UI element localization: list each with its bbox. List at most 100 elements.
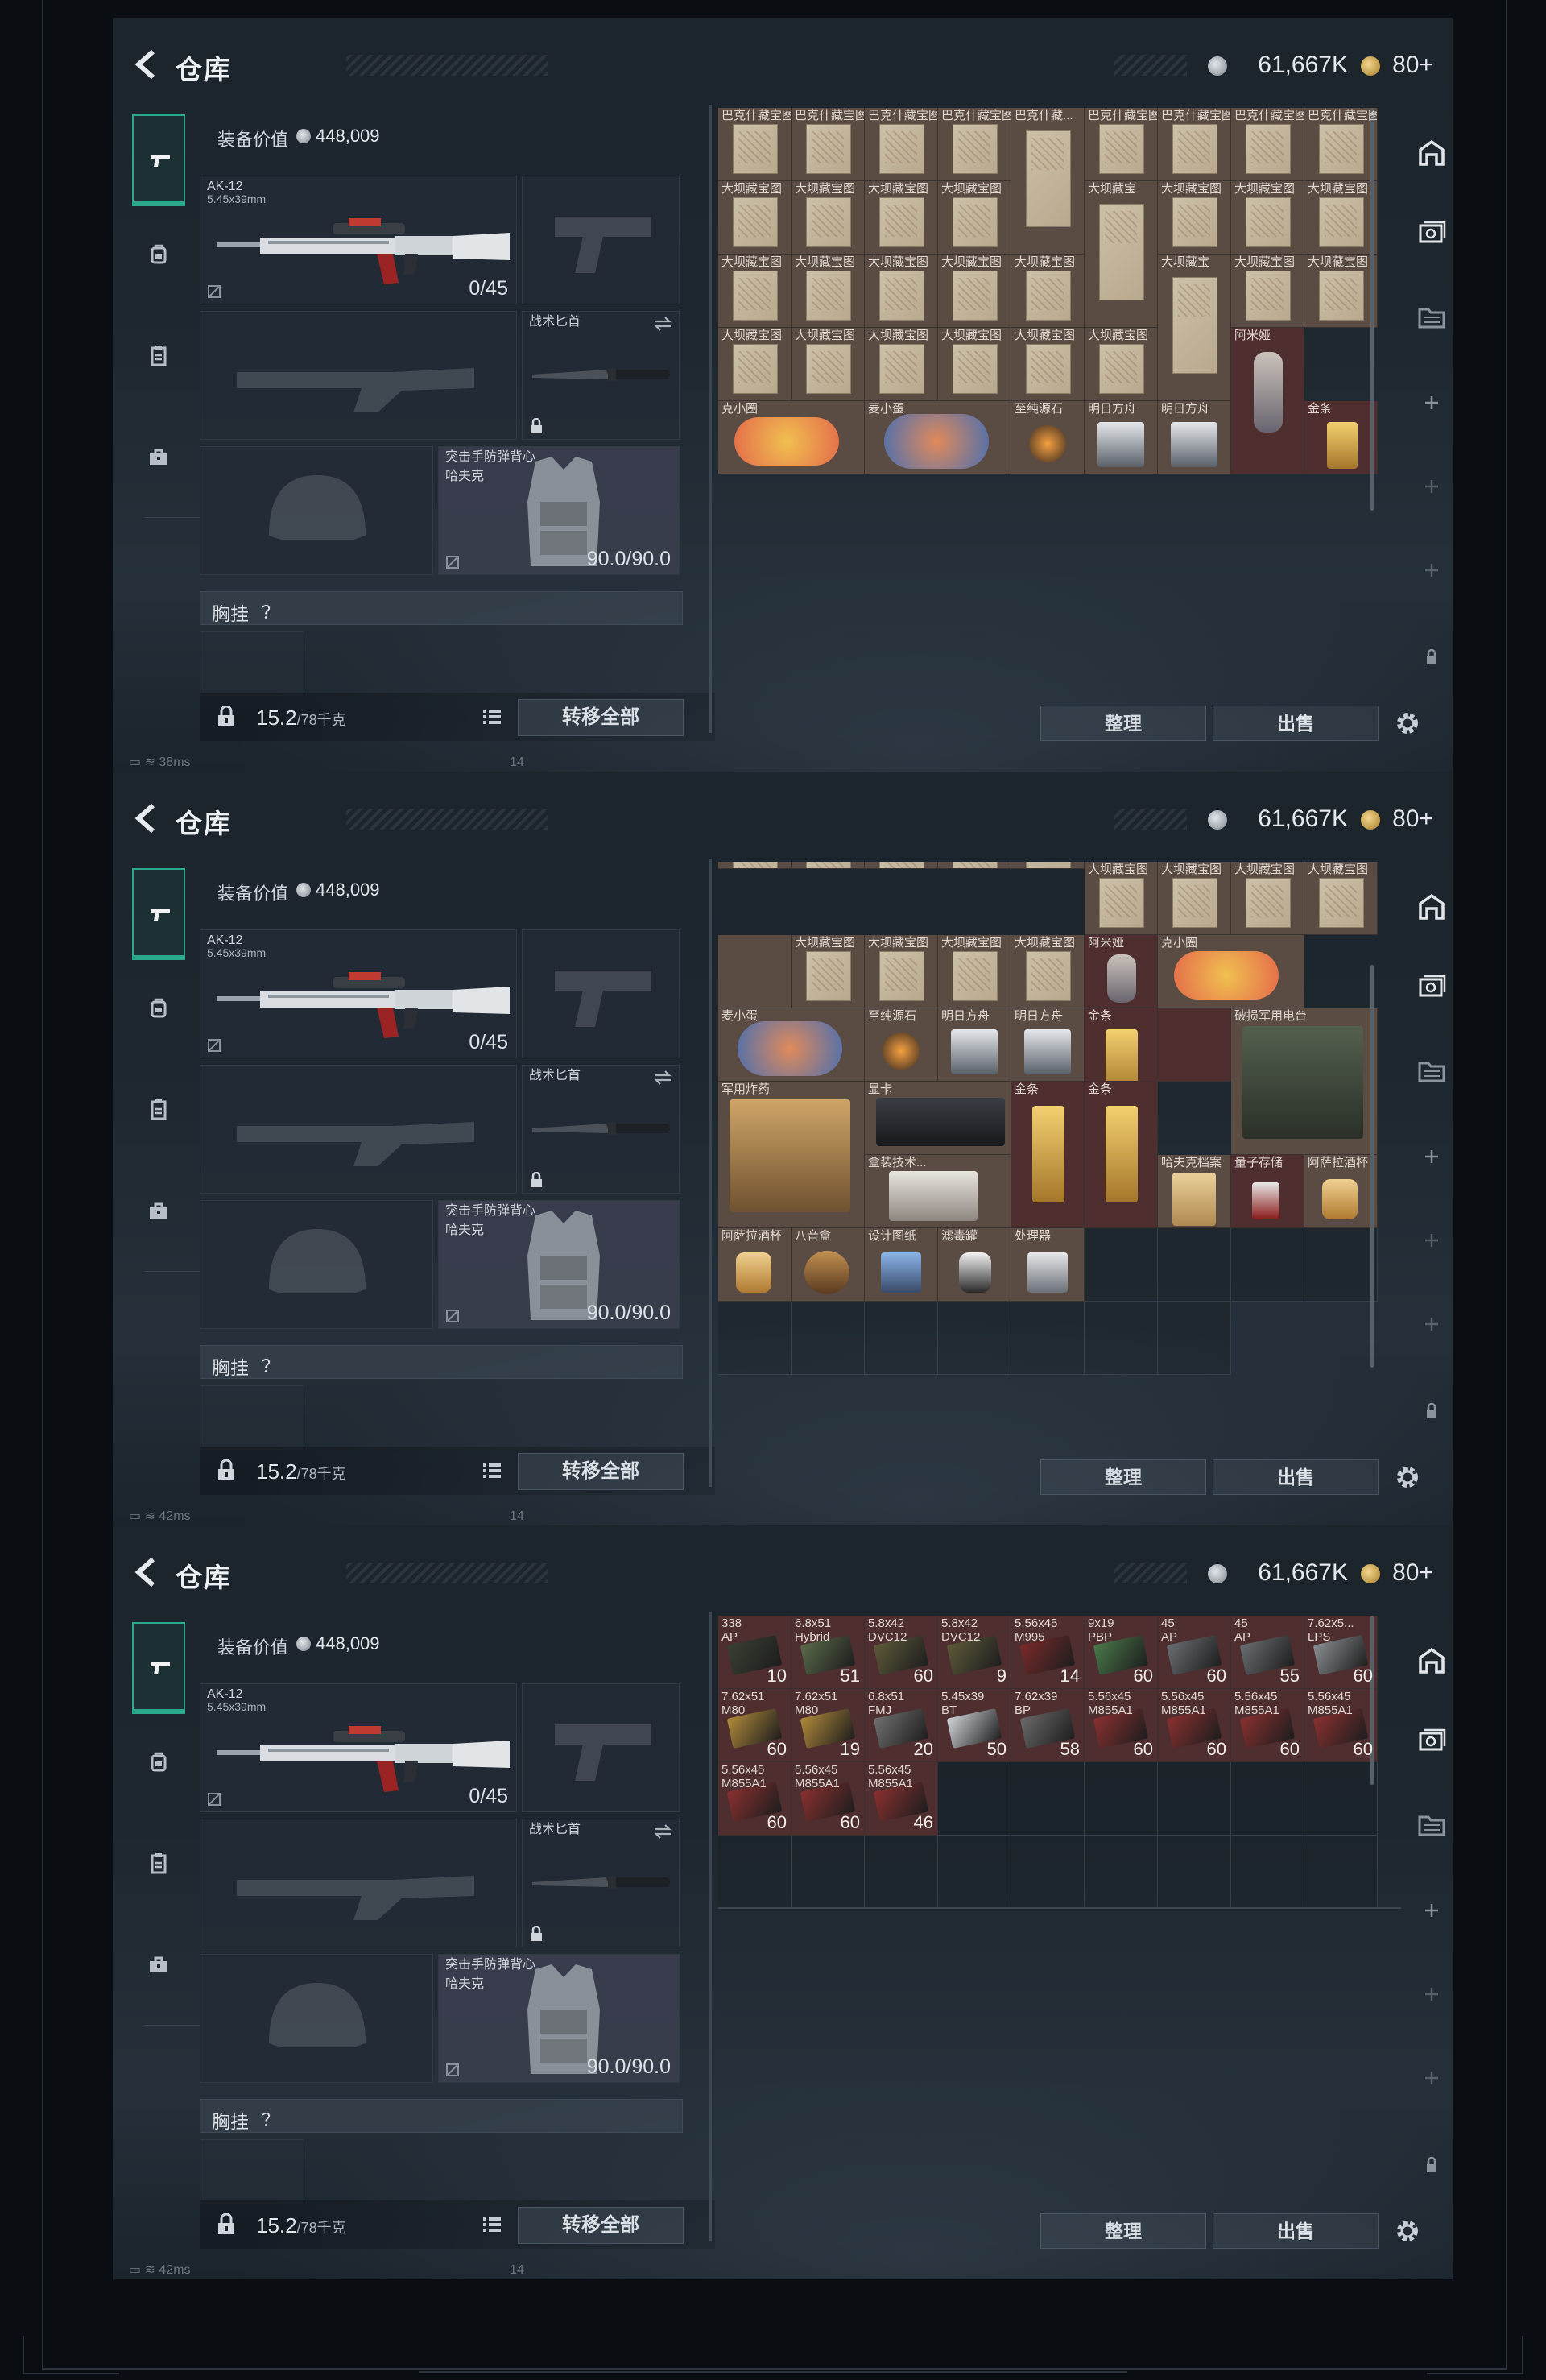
- inventory-item[interactable]: 明日方舟: [938, 1008, 1011, 1082]
- list-icon[interactable]: [482, 707, 502, 726]
- transfer-all-button[interactable]: 转移全部: [518, 2207, 684, 2244]
- inventory-item[interactable]: 5.56x45 M855A1 60: [792, 1762, 865, 1836]
- inventory-item[interactable]: 7.62x51 M80 60: [718, 1689, 792, 1762]
- inventory-item[interactable]: 5.56x45 M995 14: [1011, 1616, 1085, 1689]
- tab-safebox[interactable]: [132, 412, 185, 501]
- inventory-item[interactable]: 大坝藏宝图: [938, 181, 1011, 255]
- inventory-item[interactable]: 大坝藏宝图: [1085, 328, 1158, 401]
- inventory-item[interactable]: 巴克什藏宝图: [938, 108, 1011, 181]
- secondary-weapon-slot[interactable]: [200, 1819, 517, 1947]
- inventory-item[interactable]: 明日方舟: [1158, 401, 1231, 474]
- inventory-item[interactable]: [792, 1836, 865, 1907]
- tab-chest-rig[interactable]: [132, 311, 185, 399]
- melee-slot[interactable]: 战术匕首: [522, 1065, 680, 1194]
- inventory-item[interactable]: [938, 862, 1011, 869]
- folder-icon[interactable]: [1417, 303, 1446, 332]
- pistol-slot[interactable]: [522, 1683, 680, 1812]
- inventory-item[interactable]: 大坝藏宝图: [1158, 862, 1231, 935]
- collection-icon[interactable]: [1417, 973, 1446, 1002]
- inventory-item[interactable]: [718, 935, 792, 1008]
- inventory-item[interactable]: 5.56x45 M855A1 60: [1304, 1689, 1378, 1762]
- sort-button[interactable]: 整理: [1040, 2213, 1206, 2249]
- collection-icon[interactable]: [1417, 219, 1446, 248]
- inventory-item[interactable]: 哈夫克档案: [1158, 1155, 1231, 1228]
- plus-icon[interactable]: [1417, 472, 1446, 501]
- inventory-item[interactable]: 7.62x51 M80 19: [792, 1689, 865, 1762]
- lock-icon[interactable]: [216, 1459, 237, 1482]
- swap-icon[interactable]: [653, 1824, 672, 1839]
- inventory-item[interactable]: 大坝藏宝: [1085, 181, 1158, 328]
- inventory-item[interactable]: 45 AP 55: [1231, 1616, 1304, 1689]
- armor-slot[interactable]: 突击手防弹背心 哈夫克 90.0/90.0: [438, 1200, 680, 1329]
- gear-icon[interactable]: [1391, 2215, 1424, 2247]
- helmet-slot[interactable]: [200, 1954, 433, 2083]
- plus-icon[interactable]: [1417, 1142, 1446, 1171]
- inventory-item[interactable]: 大坝藏宝图: [718, 328, 792, 401]
- swap-icon[interactable]: [653, 317, 672, 331]
- inventory-item[interactable]: 巴克什藏宝图: [1304, 108, 1378, 181]
- pistol-slot[interactable]: [522, 176, 680, 304]
- inventory-item[interactable]: 5.8x42 DVC12 60: [865, 1616, 938, 1689]
- inventory-item[interactable]: 大坝藏宝图: [1085, 862, 1158, 935]
- inventory-item[interactable]: 大坝藏宝图: [938, 328, 1011, 401]
- inventory-item[interactable]: 巴克什藏宝图: [1158, 108, 1231, 181]
- inventory-item[interactable]: 金条: [1085, 1008, 1158, 1082]
- melee-slot[interactable]: 战术匕首: [522, 1819, 680, 1947]
- inventory-item[interactable]: 大坝藏宝图: [1158, 181, 1231, 255]
- collection-icon[interactable]: [1417, 1727, 1446, 1756]
- storage-icon[interactable]: [1417, 1646, 1446, 1675]
- storage-icon[interactable]: [1417, 892, 1446, 921]
- inventory-item[interactable]: 阿米娅: [1085, 935, 1158, 1008]
- inventory-item[interactable]: [1158, 1228, 1231, 1302]
- helmet-slot[interactable]: [200, 1200, 433, 1329]
- back-arrow-icon[interactable]: [129, 1554, 164, 1590]
- sell-button[interactable]: 出售: [1213, 2213, 1379, 2249]
- inventory-item[interactable]: [938, 1762, 1011, 1836]
- inventory-item[interactable]: 巴克什藏宝图: [1231, 108, 1304, 181]
- inventory-item[interactable]: 明日方舟: [1011, 1008, 1085, 1082]
- plus-icon[interactable]: [1417, 1980, 1446, 2009]
- tab-backpack[interactable]: [132, 963, 185, 1052]
- inventory-item[interactable]: 显卡: [865, 1082, 1011, 1155]
- tab-chest-rig[interactable]: [132, 1065, 185, 1153]
- inventory-item[interactable]: [1304, 1836, 1378, 1907]
- chest-rig-slot[interactable]: [200, 631, 304, 696]
- inventory-item[interactable]: 大坝藏宝图: [792, 328, 865, 401]
- inventory-item[interactable]: [792, 862, 865, 869]
- inventory-item[interactable]: 大坝藏宝图: [938, 255, 1011, 328]
- plus-icon[interactable]: [1417, 556, 1446, 585]
- help-icon[interactable]: ？: [262, 2106, 279, 2132]
- inventory-item[interactable]: [792, 1302, 865, 1375]
- inventory-item[interactable]: [1085, 1762, 1158, 1836]
- gear-icon[interactable]: [1391, 1461, 1424, 1493]
- tab-backpack[interactable]: [132, 209, 185, 298]
- primary-weapon-slot[interactable]: AK-12 5.45x39mm 0/45: [200, 929, 517, 1058]
- inventory-item[interactable]: 阿萨拉酒杯: [718, 1228, 792, 1302]
- inventory-item[interactable]: 金条: [1304, 401, 1378, 474]
- inventory-item[interactable]: [1011, 1762, 1085, 1836]
- plus-icon[interactable]: [1417, 1896, 1446, 1925]
- gold-currency[interactable]: 80+: [1392, 805, 1433, 833]
- inventory-item[interactable]: 金条: [1085, 1082, 1158, 1228]
- chest-rig-bar[interactable]: 胸挂 ？: [200, 2099, 683, 2133]
- armor-slot[interactable]: 突击手防弹背心 哈夫克 90.0/90.0: [438, 446, 680, 575]
- inventory-item[interactable]: 巴克什藏宝图: [865, 108, 938, 181]
- inventory-item[interactable]: 5.56x45 M855A1 60: [718, 1762, 792, 1836]
- inventory-item[interactable]: [938, 1836, 1011, 1907]
- gear-icon[interactable]: [1391, 707, 1424, 739]
- sell-button[interactable]: 出售: [1213, 1459, 1379, 1495]
- chest-rig-slot[interactable]: [200, 2139, 304, 2204]
- plus-icon[interactable]: [1417, 388, 1446, 417]
- inventory-item[interactable]: 军用炸药: [718, 1082, 865, 1228]
- help-icon[interactable]: ？: [262, 1352, 279, 1378]
- inventory-item[interactable]: 盒装技术...: [865, 1155, 1011, 1228]
- chest-rig-bar[interactable]: 胸挂 ？: [200, 591, 683, 625]
- tab-backpack[interactable]: [132, 1717, 185, 1806]
- inventory-item[interactable]: 破损军用电台: [1231, 1008, 1378, 1155]
- inventory-item[interactable]: [1158, 1008, 1231, 1082]
- inventory-item[interactable]: [1085, 1302, 1158, 1375]
- inventory-item[interactable]: [1011, 1836, 1085, 1907]
- inventory-item[interactable]: [718, 862, 792, 869]
- plus-icon[interactable]: [1417, 2063, 1446, 2092]
- inventory-item[interactable]: 大坝藏宝图: [1231, 862, 1304, 935]
